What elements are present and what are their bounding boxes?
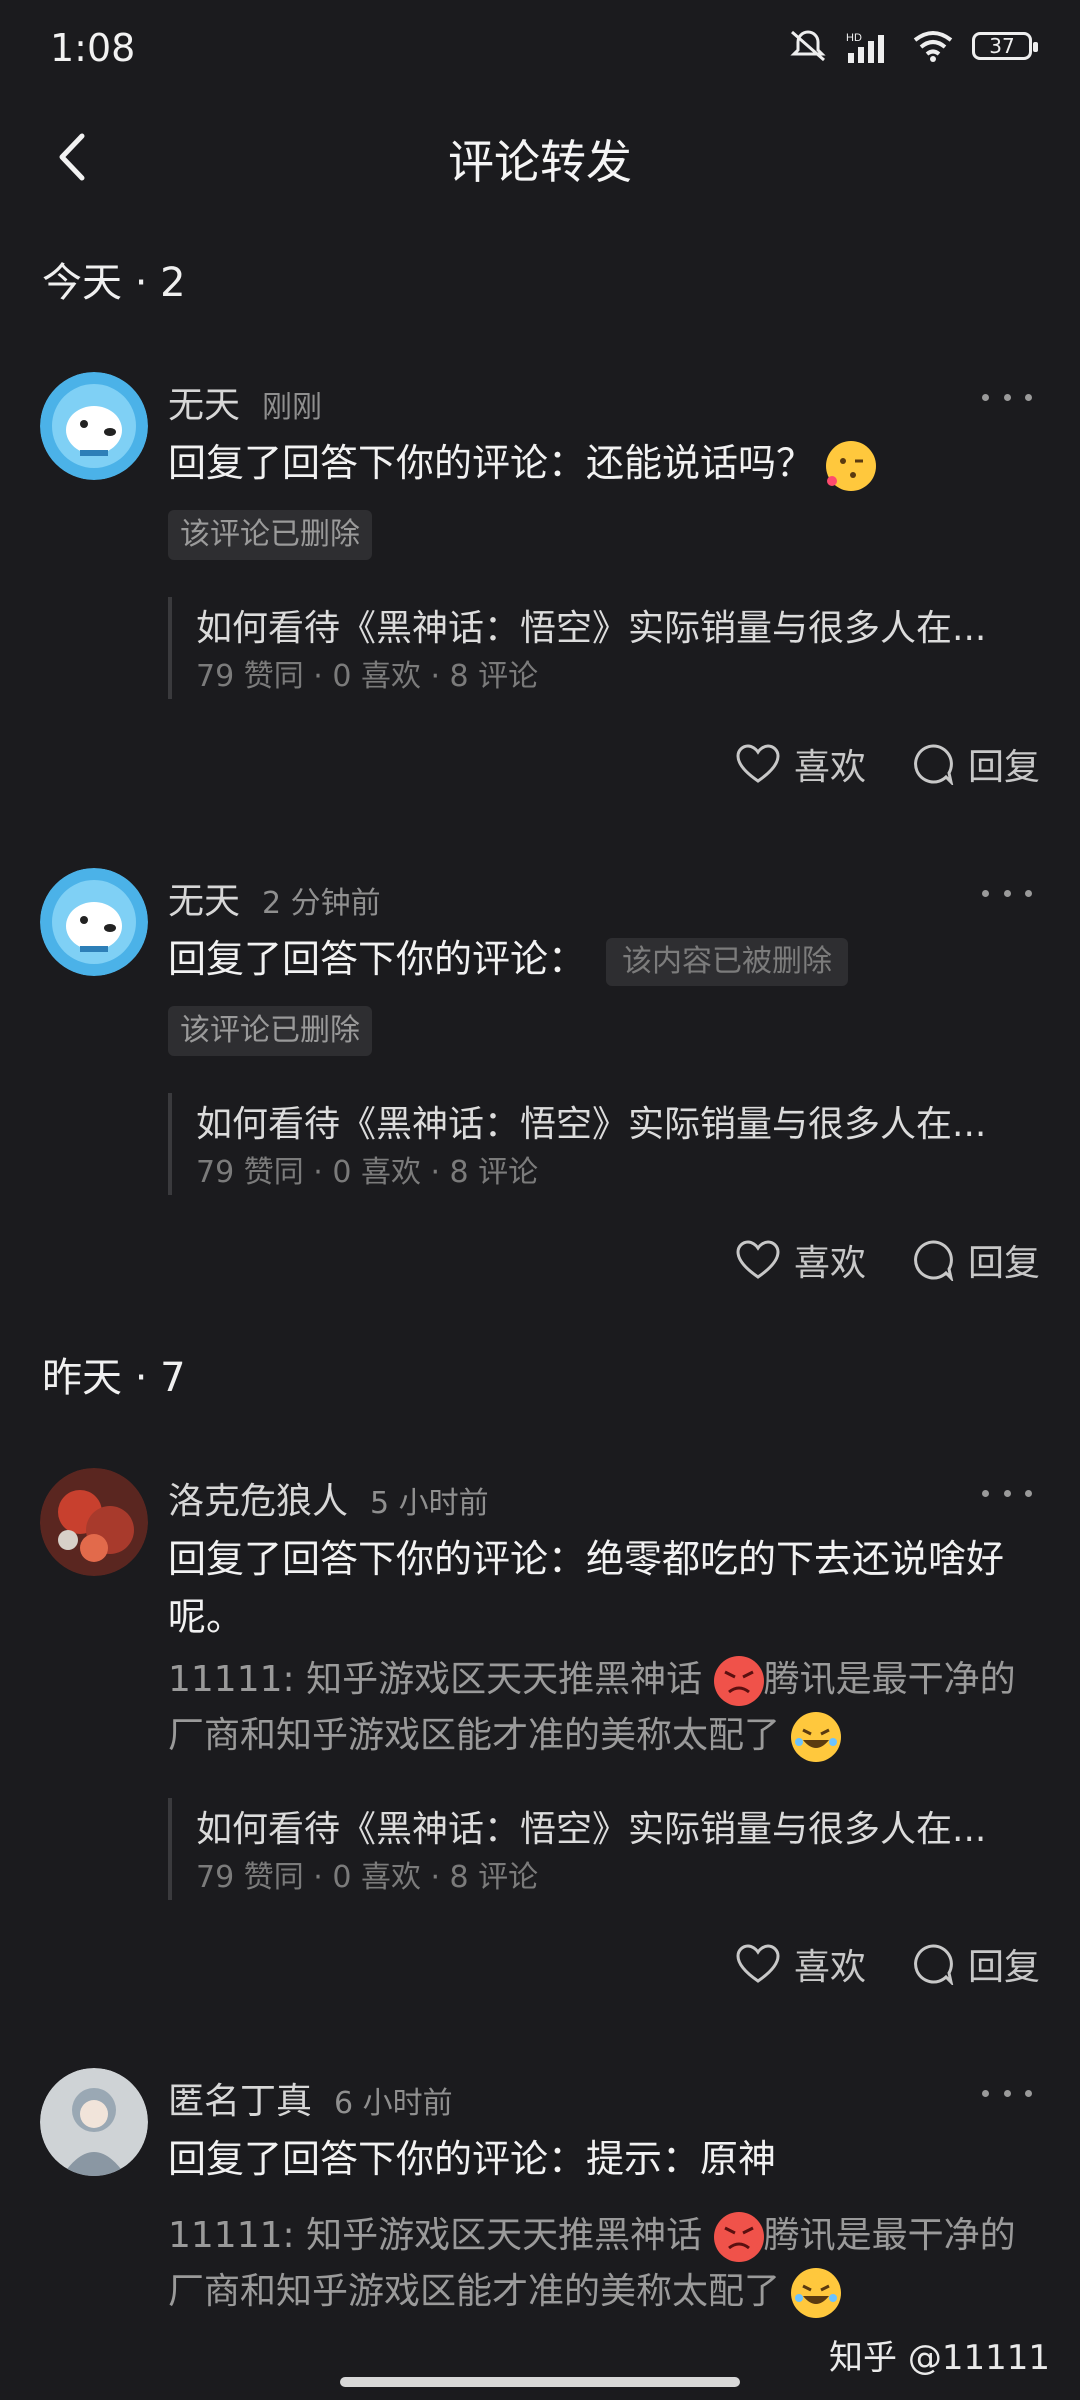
reply-content: 回复了回答下你的评论：: [168, 937, 587, 981]
quote-title: 如何看待《黑神话：悟空》实际销量与很多人在...: [196, 1104, 987, 1145]
action-bar: 喜欢 回复: [736, 1234, 1040, 1286]
wifi-icon: [913, 31, 953, 62]
more-options-icon[interactable]: [982, 878, 1032, 908]
quote-title: 如何看待《黑神话：悟空》实际销量与很多人在...: [196, 1809, 987, 1850]
user-line: 洛克危狼人 5 小时前: [168, 1472, 489, 1524]
section-header-today: 今天 · 2: [42, 260, 186, 306]
username[interactable]: 洛克危狼人: [168, 1472, 348, 1524]
like-label: 喜欢: [793, 747, 866, 788]
more-options-icon[interactable]: [982, 382, 1032, 412]
quoted-question[interactable]: 如何看待《黑神话：悟空》实际销量与很多人在... 79 赞同 · 0 喜欢 · …: [168, 1798, 1032, 1900]
reply-label: 回复: [967, 1243, 1040, 1284]
like-button[interactable]: 喜欢: [736, 738, 866, 790]
home-indicator[interactable]: [340, 2377, 740, 2387]
notification-item[interactable]: 洛克危狼人 5 小时前 回复了回答下你的评论：绝零都吃的下去还说啥好呢。 111…: [0, 1468, 1080, 1998]
avatar[interactable]: [40, 1468, 148, 1576]
comment-bubble-icon: [914, 1944, 954, 1985]
deleted-comment-tag: 该评论已删除: [168, 510, 372, 560]
heart-icon: [736, 1944, 780, 1983]
deleted-comment-tag: 该评论已删除: [168, 1006, 372, 1056]
section-header-yesterday: 昨天 · 7: [42, 1355, 186, 1401]
reply-label: 回复: [967, 747, 1040, 788]
like-label: 喜欢: [793, 1947, 866, 1988]
timestamp: 2 分钟前: [262, 886, 381, 921]
back-arrow-icon[interactable]: [40, 122, 110, 192]
like-label: 喜欢: [793, 1243, 866, 1284]
user-line: 无天 2 分钟前: [168, 872, 381, 924]
status-bar: 1:08 HD 37: [0, 0, 1080, 100]
quoted-comment-part-a: 11111: 知乎游戏区天天推黑神话: [168, 2215, 703, 2256]
watermark: 知乎 @11111: [829, 2338, 1050, 2378]
timestamp: 5 小时前: [370, 1486, 489, 1521]
avatar[interactable]: [40, 2068, 148, 2176]
action-bar: 喜欢 回复: [736, 1938, 1040, 1990]
nav-bar: 评论转发: [0, 110, 1080, 200]
quoted-question[interactable]: 如何看待《黑神话：悟空》实际销量与很多人在... 79 赞同 · 0 喜欢 · …: [168, 597, 1032, 699]
quote-stats: 79 赞同 · 0 喜欢 · 8 评论: [196, 659, 539, 694]
angry-face-icon: [713, 2212, 764, 2262]
winking-kiss-emoji-icon: [826, 440, 877, 491]
notification-item[interactable]: 匿名丁真 6 小时前 回复了回答下你的评论：提示：原神 11111: 知乎游戏区…: [0, 2068, 1080, 2368]
reply-button[interactable]: 回复: [912, 738, 1040, 790]
more-options-icon[interactable]: [982, 1478, 1032, 1508]
status-icons: HD 37: [788, 28, 1038, 64]
comment-bubble-icon: [914, 1240, 954, 1281]
rolling-laugh-emoji-icon: [791, 2268, 842, 2318]
page-title: 评论转发: [448, 135, 632, 189]
heart-icon: [736, 1240, 780, 1279]
reply-text[interactable]: 回复了回答下你的评论：提示：原神: [168, 2130, 1048, 2188]
mute-icon: [790, 30, 826, 62]
reply-text[interactable]: 回复了回答下你的评论：绝零都吃的下去还说啥好呢。: [168, 1530, 1048, 1646]
status-time: 1:08: [50, 26, 136, 70]
timestamp: 6 小时前: [334, 2086, 453, 2121]
notification-item[interactable]: 无天 刚刚 回复了回答下你的评论：还能说话吗？ 该评论已删除 如何看待《黑神话：…: [0, 372, 1080, 792]
avatar[interactable]: [40, 372, 148, 480]
quote-stats: 79 赞同 · 0 喜欢 · 8 评论: [196, 1860, 539, 1895]
battery-indicator: 37: [972, 32, 1038, 60]
comment-bubble-icon: [914, 744, 954, 785]
signal-icon: HD: [846, 32, 884, 63]
reply-text[interactable]: 回复了回答下你的评论：还能说话吗？: [168, 434, 1048, 492]
reply-button[interactable]: 回复: [912, 1938, 1040, 1990]
quoted-comment[interactable]: 11111: 知乎游戏区天天推黑神话 腾讯是最干净的厂商和知乎游戏区能才准的美称…: [168, 1652, 1048, 1764]
user-line: 匿名丁真 6 小时前: [168, 2072, 453, 2124]
username[interactable]: 无天: [168, 872, 240, 924]
deleted-content-tag: 该内容已被删除: [606, 937, 849, 986]
more-options-icon[interactable]: [982, 2078, 1032, 2108]
reply-button[interactable]: 回复: [912, 1234, 1040, 1286]
timestamp: 刚刚: [262, 390, 323, 425]
reply-text[interactable]: 回复了回答下你的评论： 该内容已被删除: [168, 930, 1048, 988]
angry-face-icon: [713, 1656, 764, 1706]
user-line: 无天 刚刚: [168, 376, 322, 428]
notification-item[interactable]: 无天 2 分钟前 回复了回答下你的评论： 该内容已被删除 该评论已删除 如何看待《…: [0, 868, 1080, 1288]
action-bar: 喜欢 回复: [736, 738, 1040, 790]
reply-label: 回复: [967, 1947, 1040, 1988]
reply-content: 回复了回答下你的评论：还能说话吗？: [168, 441, 815, 485]
quote-title: 如何看待《黑神话：悟空》实际销量与很多人在...: [196, 608, 987, 649]
quoted-comment-part-a: 11111: 知乎游戏区天天推黑神话: [168, 1659, 703, 1700]
like-button[interactable]: 喜欢: [736, 1938, 866, 1990]
rolling-laugh-emoji-icon: [791, 1712, 842, 1762]
like-button[interactable]: 喜欢: [736, 1234, 866, 1286]
avatar[interactable]: [40, 868, 148, 976]
username[interactable]: 无天: [168, 376, 240, 428]
username[interactable]: 匿名丁真: [168, 2072, 312, 2124]
network-label: HD: [846, 32, 862, 44]
quoted-question[interactable]: 如何看待《黑神话：悟空》实际销量与很多人在... 79 赞同 · 0 喜欢 · …: [168, 1093, 1032, 1195]
quote-stats: 79 赞同 · 0 喜欢 · 8 评论: [196, 1155, 539, 1190]
quoted-comment[interactable]: 11111: 知乎游戏区天天推黑神话 腾讯是最干净的厂商和知乎游戏区能才准的美称…: [168, 2208, 1048, 2320]
heart-icon: [736, 744, 780, 783]
